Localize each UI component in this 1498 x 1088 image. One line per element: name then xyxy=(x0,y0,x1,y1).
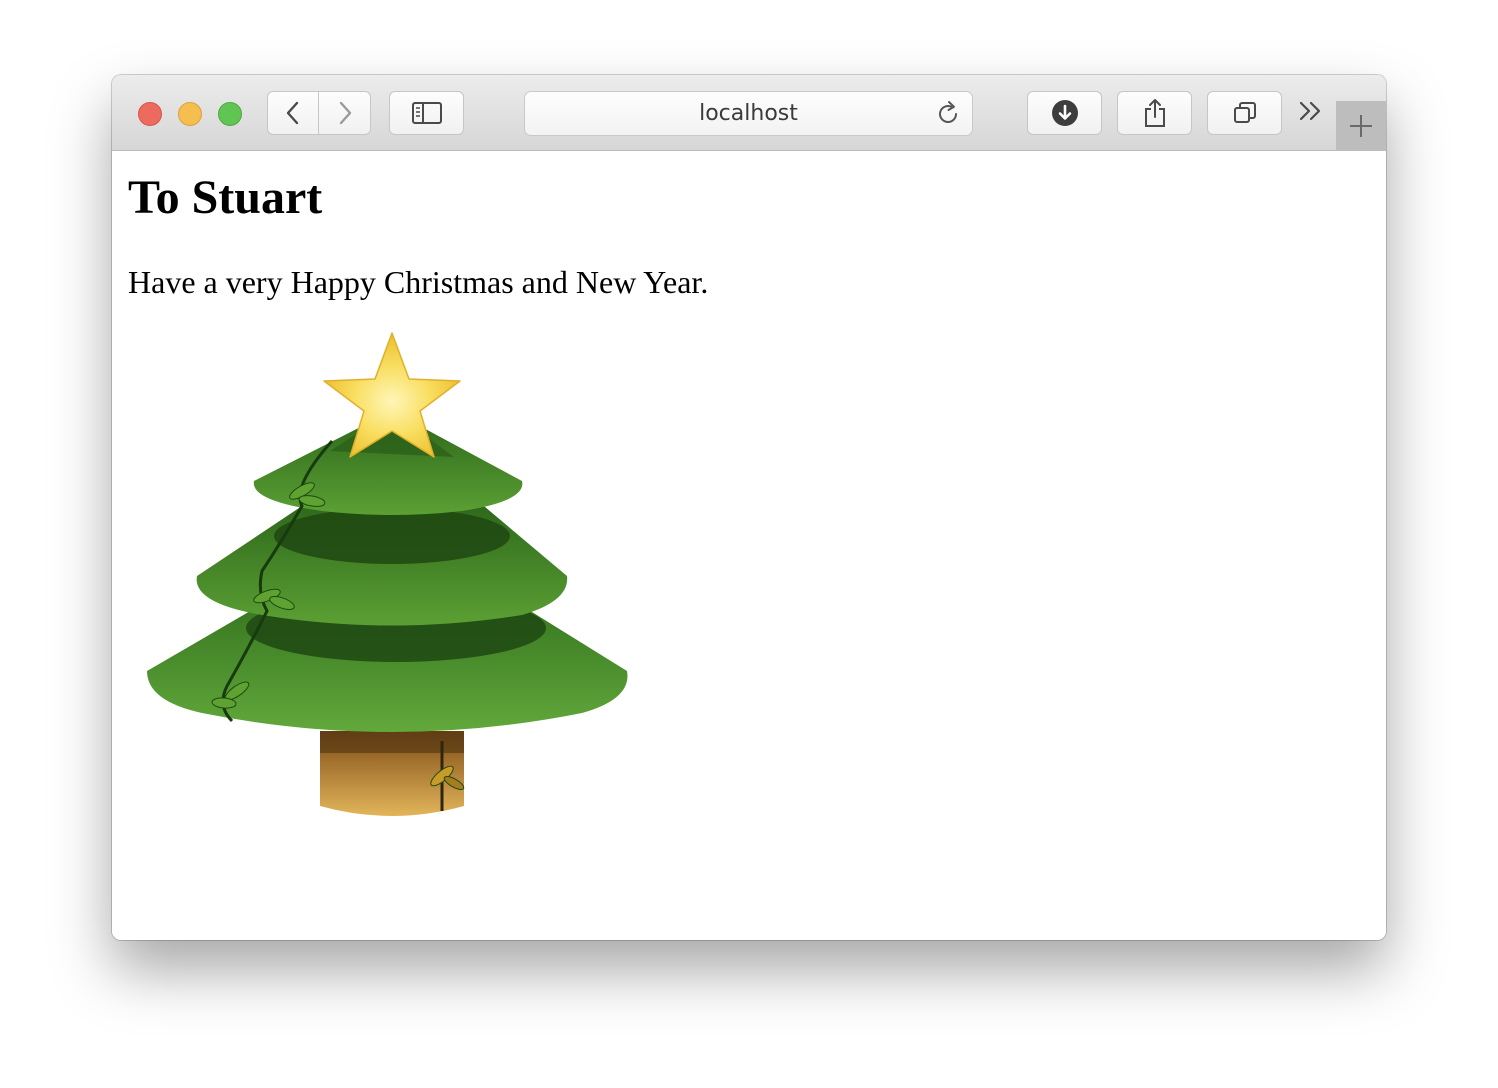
chevron-left-icon xyxy=(286,101,299,125)
browser-window: localhost To Stuart Have a very Happy Ch… xyxy=(112,75,1386,940)
share-icon xyxy=(1144,99,1165,127)
back-button[interactable] xyxy=(267,91,319,135)
plus-icon xyxy=(1350,115,1372,137)
close-window-button[interactable] xyxy=(138,102,162,126)
address-text: localhost xyxy=(699,101,798,126)
double-chevron-right-icon[interactable] xyxy=(1296,97,1326,127)
download-icon xyxy=(1051,100,1078,126)
browser-toolbar: localhost xyxy=(112,75,1386,151)
downloads-button[interactable] xyxy=(1027,91,1102,135)
new-tab-button[interactable] xyxy=(1336,101,1386,151)
forward-button[interactable] xyxy=(319,91,371,135)
page-heading: To Stuart xyxy=(128,171,323,224)
share-button[interactable] xyxy=(1117,91,1192,135)
sidebar-icon xyxy=(411,102,442,124)
address-bar[interactable]: localhost xyxy=(524,91,973,136)
greeting-message: Have a very Happy Christmas and New Year… xyxy=(128,264,709,300)
tabs-overview-icon xyxy=(1233,102,1256,123)
tab-overview-button[interactable] xyxy=(1207,91,1282,135)
zoom-window-button[interactable] xyxy=(218,102,242,126)
sidebar-toggle-button[interactable] xyxy=(389,91,464,135)
reload-icon[interactable] xyxy=(934,100,962,128)
minimize-window-button[interactable] xyxy=(178,102,202,126)
chevron-right-icon xyxy=(339,101,351,125)
christmas-tree-image xyxy=(147,332,628,816)
page-content: To Stuart Have a very Happy Christmas an… xyxy=(112,151,1386,940)
